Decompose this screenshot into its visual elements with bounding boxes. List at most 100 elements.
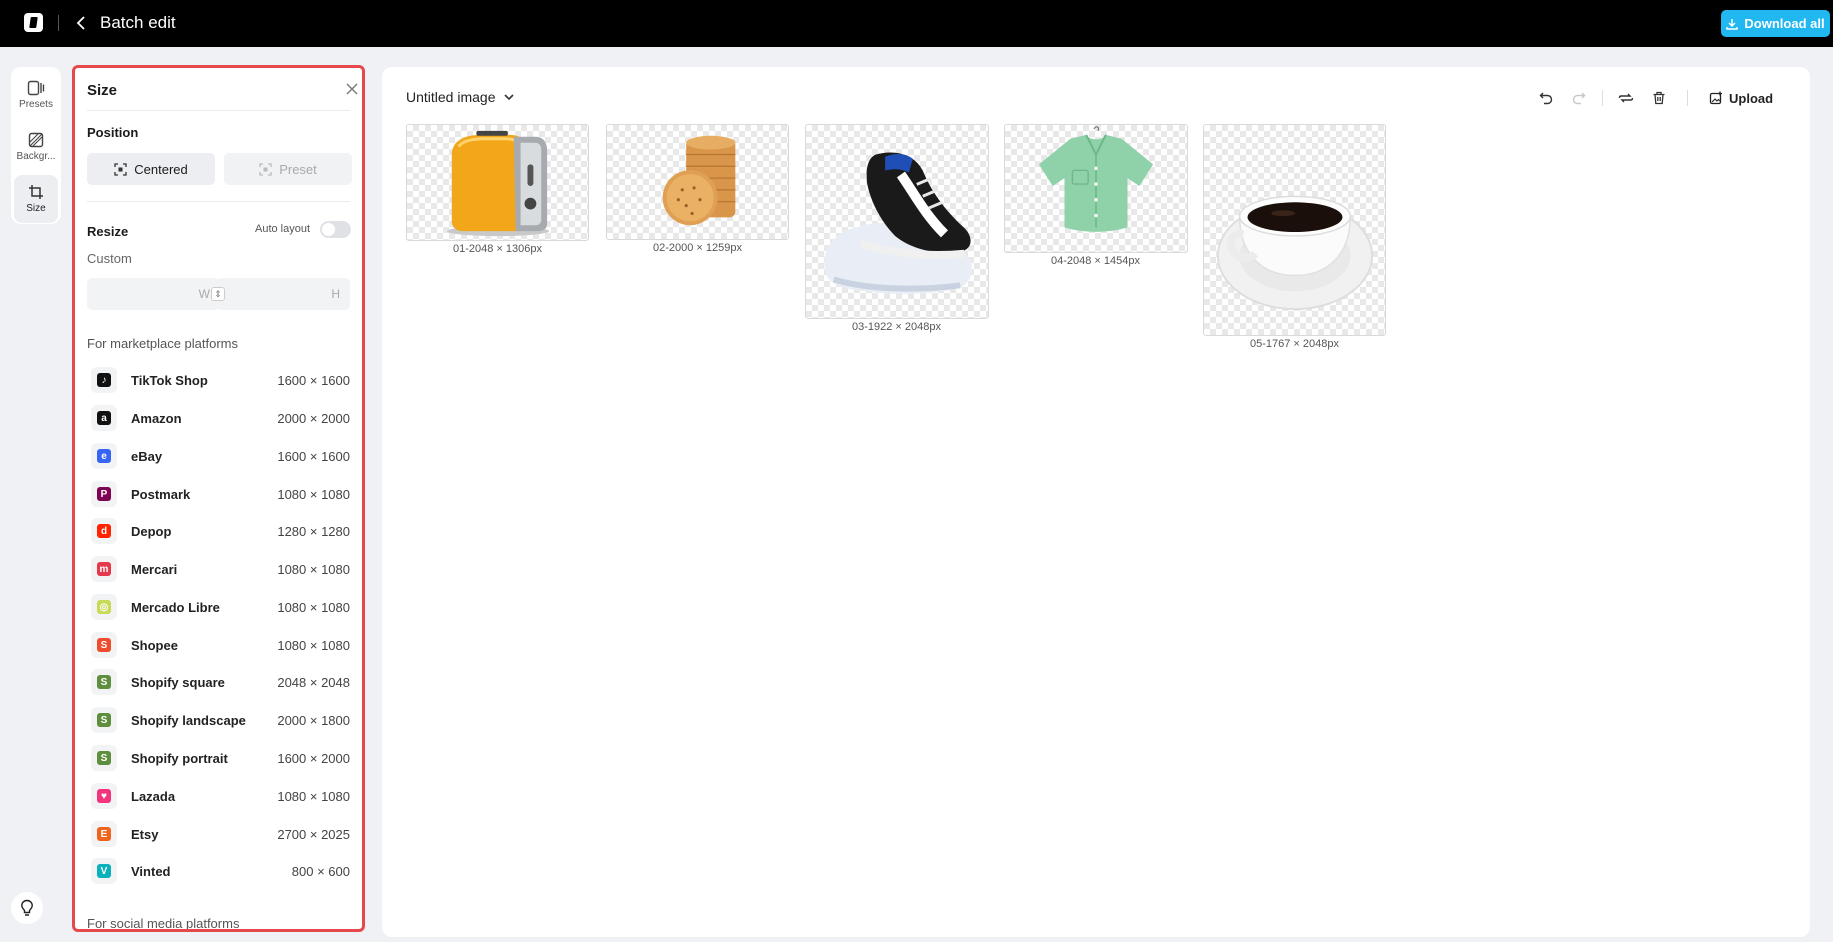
size-panel: Size Position Centered Preset Resize Aut…: [72, 65, 365, 932]
platform-name: Amazon: [131, 410, 182, 426]
back-button[interactable]: [73, 12, 89, 34]
image-caption: 03-1922 × 2048px: [852, 321, 941, 333]
platform-logo-icon: ◎: [91, 594, 117, 620]
download-all-button[interactable]: Download all: [1721, 10, 1830, 37]
centered-button[interactable]: Centered: [87, 153, 215, 185]
platform-item[interactable]: ♥ Lazada 1080 × 1080: [87, 781, 350, 811]
platform-dimensions: 1080 × 1080: [277, 599, 350, 615]
rail-item-background[interactable]: Backgr...: [14, 123, 58, 171]
platform-item[interactable]: P Postmark 1080 × 1080: [87, 479, 350, 509]
platform-item[interactable]: S Shopee 1080 × 1080: [87, 630, 350, 660]
download-all-label: Download all: [1744, 16, 1825, 31]
platform-item[interactable]: S Shopify portrait 1600 × 2000: [87, 743, 350, 773]
platform-name: Mercado Libre: [131, 599, 220, 615]
download-icon: [1726, 18, 1739, 30]
close-panel-button[interactable]: [345, 82, 359, 96]
platform-logo-icon: V: [91, 858, 117, 884]
page-title: Batch edit: [100, 13, 176, 32]
compare-icon: [1618, 93, 1634, 103]
divider: [87, 110, 350, 111]
width-input[interactable]: [87, 278, 220, 310]
platform-logo-icon: S: [91, 707, 117, 733]
preset-label: Preset: [279, 161, 317, 177]
background-icon: [28, 132, 44, 148]
platform-logo-glyph: ♥: [97, 789, 111, 803]
platform-item[interactable]: S Shopify square 2048 × 2048: [87, 667, 350, 697]
app-logo-icon[interactable]: [24, 13, 43, 32]
rail-item-size[interactable]: Size: [14, 175, 58, 223]
platform-dimensions: 1080 × 1080: [277, 637, 350, 653]
toaster-image: [446, 130, 550, 237]
height-input[interactable]: [217, 278, 350, 310]
platform-logo-icon: P: [91, 481, 117, 507]
image-thumbnail-coffee-cup[interactable]: [1203, 124, 1386, 336]
platform-name: Depop: [131, 523, 172, 539]
chevron-left-icon: [76, 16, 85, 30]
platform-logo-icon: a: [91, 405, 117, 431]
platform-logo-glyph: ◎: [97, 600, 111, 614]
aspect-lock-icon[interactable]: ⇕: [211, 287, 225, 301]
auto-layout-label: Auto layout: [255, 223, 311, 235]
presets-icon: [27, 80, 45, 96]
platform-item[interactable]: E Etsy 2700 × 2025: [87, 819, 350, 849]
platform-item[interactable]: S Shopify landscape 2000 × 1800: [87, 705, 350, 735]
platform-dimensions: 2700 × 2025: [277, 826, 350, 842]
compare-button[interactable]: [1615, 87, 1637, 109]
crop-icon: [29, 185, 43, 199]
image-name: Untitled image: [406, 89, 496, 105]
image-thumbnail-toaster[interactable]: [406, 124, 589, 241]
platform-dimensions: 2000 × 2000: [277, 410, 350, 426]
image-thumbnail-crackers[interactable]: [606, 124, 789, 240]
platform-logo-glyph: P: [97, 487, 111, 501]
auto-layout-toggle[interactable]: [320, 221, 351, 238]
divider: [1687, 90, 1688, 106]
platform-name: Shopify portrait: [131, 750, 228, 766]
rail-item-presets[interactable]: Presets: [14, 71, 58, 119]
shirt-image: [1038, 126, 1154, 232]
upload-label: Upload: [1729, 90, 1774, 106]
marketplace-heading: For marketplace platforms: [87, 336, 238, 351]
platform-name: eBay: [131, 448, 163, 464]
tips-button[interactable]: [11, 892, 43, 924]
platform-dimensions: 2048 × 2048: [277, 674, 350, 690]
redo-button[interactable]: [1568, 87, 1590, 109]
platform-item[interactable]: a Amazon 2000 × 2000: [87, 403, 350, 433]
platform-logo-glyph: S: [97, 638, 111, 652]
platform-item[interactable]: m Mercari 1080 × 1080: [87, 554, 350, 584]
platform-logo-glyph: d: [97, 524, 111, 538]
platform-item[interactable]: e eBay 1600 × 1600: [87, 441, 350, 471]
platform-dimensions: 1600 × 1600: [277, 448, 350, 464]
platform-dimensions: 800 × 600: [291, 863, 350, 879]
platform-item[interactable]: V Vinted 800 × 600: [87, 856, 350, 886]
platform-logo-icon: e: [91, 443, 117, 469]
delete-button[interactable]: [1648, 87, 1670, 109]
preset-button[interactable]: Preset: [224, 153, 352, 185]
image-thumbnail-sneaker[interactable]: [805, 124, 989, 319]
platform-dimensions: 1080 × 1080: [277, 486, 350, 502]
platform-dimensions: 1600 × 2000: [277, 750, 350, 766]
center-focus-icon: [114, 162, 127, 176]
divider: [87, 201, 350, 202]
platform-logo-glyph: a: [97, 411, 111, 425]
undo-button[interactable]: [1535, 87, 1557, 109]
platform-logo-glyph: E: [97, 827, 111, 841]
upload-button[interactable]: Upload: [1709, 86, 1773, 110]
platform-logo-icon: d: [91, 518, 117, 544]
coffee-cup-image: [1216, 195, 1374, 311]
image-thumbnail-shirt[interactable]: [1004, 124, 1188, 253]
platform-item[interactable]: ♪ TikTok Shop 1600 × 1600: [87, 365, 350, 395]
platform-dimensions: 1080 × 1080: [277, 561, 350, 577]
platform-name: Shopee: [131, 637, 178, 653]
platform-item[interactable]: ◎ Mercado Libre 1080 × 1080: [87, 592, 350, 622]
platform-logo-glyph: S: [97, 713, 111, 727]
platform-logo-icon: S: [91, 632, 117, 658]
platform-logo-icon: m: [91, 556, 117, 582]
platform-logo-icon: ♥: [91, 783, 117, 809]
add-image-icon: [1709, 91, 1722, 105]
platform-dimensions: 1600 × 1600: [277, 372, 350, 388]
top-bar: Batch edit Download all: [0, 0, 1833, 47]
image-name-dropdown[interactable]: Untitled image: [406, 89, 514, 105]
redo-icon: [1572, 92, 1586, 105]
platform-item[interactable]: d Depop 1280 × 1280: [87, 516, 350, 546]
canvas-area: Untitled image Upload 01-2048 × 1306px 0…: [382, 67, 1810, 937]
